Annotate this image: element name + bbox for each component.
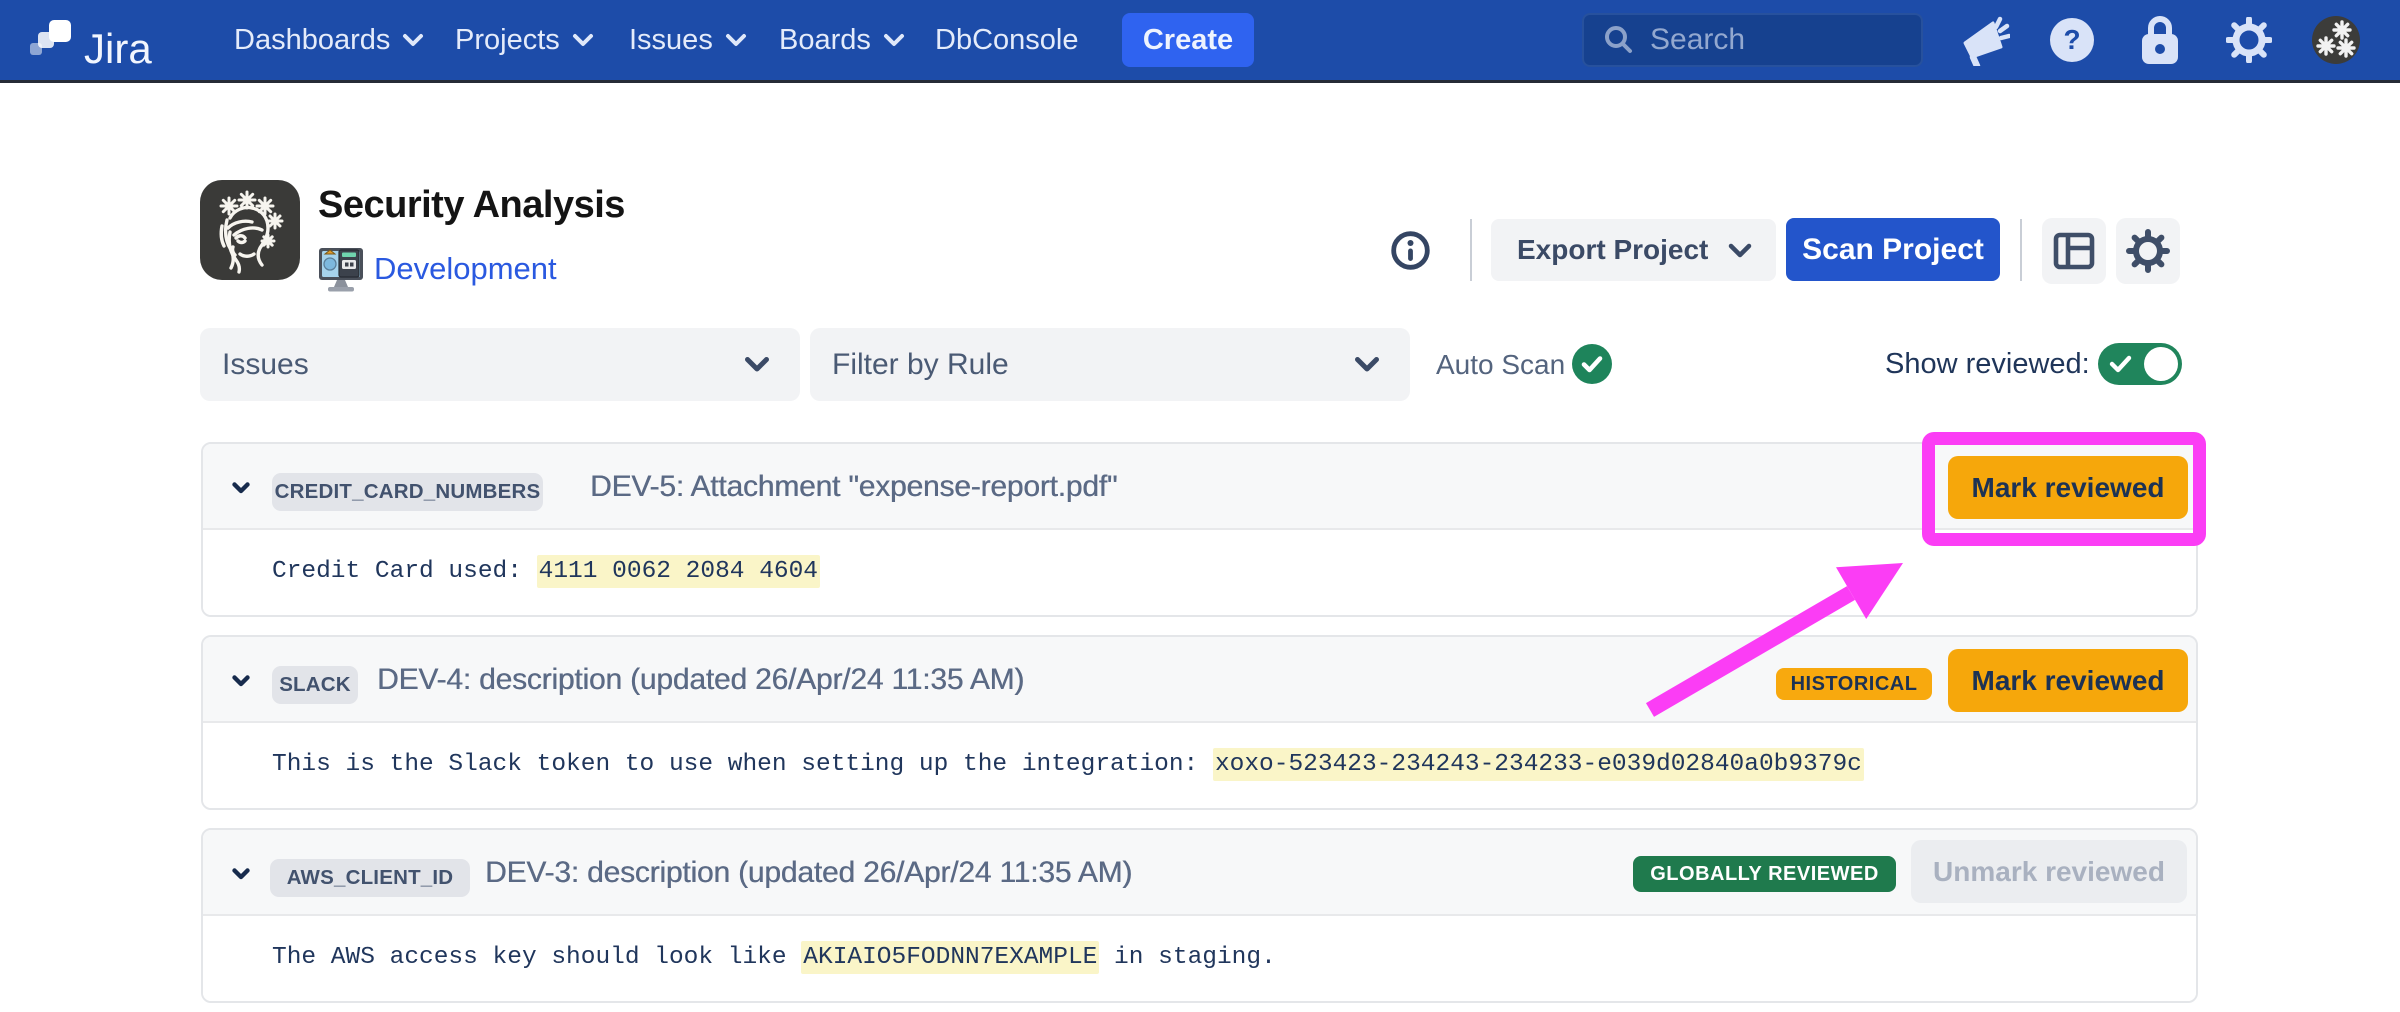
- svg-text:?: ?: [2063, 24, 2080, 55]
